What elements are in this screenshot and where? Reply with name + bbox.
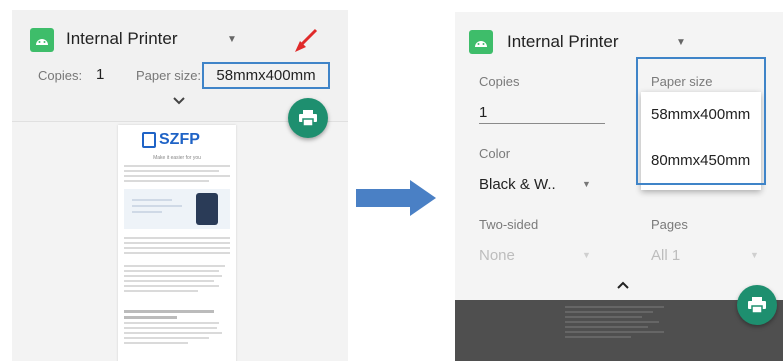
preview-hero-text [132, 199, 182, 217]
pages-select[interactable]: All 1 [651, 247, 680, 264]
paper-size-value[interactable]: 58mmx400mm [202, 62, 330, 89]
document-preview-dimmed [455, 300, 783, 361]
print-dialog-collapsed: Internal Printer ▼ Copies: 1 Paper size:… [12, 10, 348, 361]
preview-nav-lines [124, 165, 230, 185]
paper-size-highlight-box [636, 57, 766, 185]
preview-section-text [124, 310, 230, 347]
print-icon [299, 110, 317, 126]
blue-arrow-icon [356, 180, 436, 216]
caret-down-icon[interactable]: ▼ [582, 179, 591, 189]
print-button[interactable] [288, 98, 328, 138]
printer-select[interactable]: Internal Printer [507, 32, 619, 52]
copies-label: Copies: [38, 68, 83, 83]
document-preview: SZFP Make it easier for you [118, 125, 236, 361]
preview-body-text [124, 265, 230, 295]
two-sided-select[interactable]: None [479, 247, 515, 264]
android-icon [30, 28, 54, 52]
logo-text: SZFP [159, 131, 200, 148]
caret-down-icon[interactable]: ▼ [227, 34, 237, 45]
logo-mark [142, 132, 156, 148]
chevron-up-icon[interactable] [616, 277, 630, 293]
preview-hero-image [124, 189, 230, 229]
copies-underline [479, 123, 605, 124]
preview-tagline: Make it easier for you [153, 155, 201, 161]
caret-down-icon[interactable]: ▼ [750, 250, 759, 260]
android-icon [469, 30, 493, 54]
red-arrow-icon [295, 28, 318, 52]
printer-select[interactable]: Internal Printer [66, 29, 178, 49]
paper-size-label: Paper size: [136, 68, 202, 83]
print-button[interactable] [737, 285, 777, 325]
preview-logo: SZFP [142, 131, 200, 149]
preview-device-image [196, 193, 218, 225]
two-sided-label: Two-sided [479, 217, 539, 232]
print-icon [748, 297, 766, 313]
preview-specs [124, 237, 230, 257]
print-dialog-expanded: Internal Printer ▼ Copies 1 Paper size C… [455, 12, 783, 361]
caret-down-icon[interactable]: ▼ [676, 37, 686, 48]
copies-input[interactable]: 1 [479, 104, 487, 121]
copies-label: Copies [479, 74, 520, 89]
pages-label: Pages [651, 217, 688, 232]
color-select[interactable]: Black & W.. [479, 176, 556, 193]
color-label: Color [479, 146, 511, 161]
copies-value[interactable]: 1 [96, 66, 104, 83]
chevron-down-icon[interactable] [172, 94, 186, 108]
preview-dimmed-text [565, 306, 675, 341]
caret-down-icon[interactable]: ▼ [582, 250, 591, 260]
